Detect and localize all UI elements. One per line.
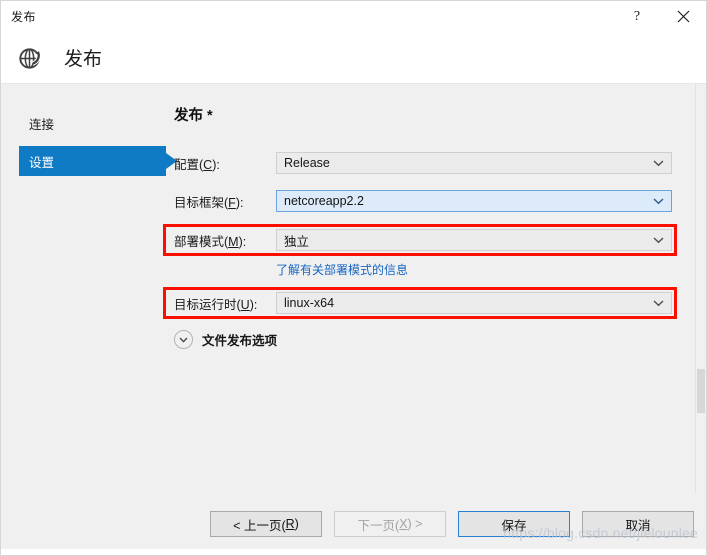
- page-title: 发布: [64, 49, 103, 70]
- window-controls: ?: [614, 1, 706, 32]
- field-row-deployment-mode: 部署模式(M): 独立: [163, 224, 677, 256]
- target-framework-label: 目标框架(F):: [174, 195, 244, 210]
- scrollbar-thumb[interactable]: [697, 369, 705, 413]
- deployment-mode-help-link[interactable]: 了解有关部署模式的信息: [276, 261, 408, 278]
- title-bar: 发布 ?: [1, 1, 706, 32]
- field-row-target-runtime: 目标运行时(U): linux-x64: [163, 287, 677, 319]
- help-button[interactable]: ?: [614, 1, 660, 32]
- target-runtime-value: linux-x64: [284, 296, 335, 310]
- field-row-target-framework: 目标框架(F): netcoreapp2.2: [166, 189, 706, 213]
- target-framework-value: netcoreapp2.2: [284, 194, 364, 208]
- sidebar-item-settings[interactable]: 设置: [19, 146, 166, 176]
- configuration-value: Release: [284, 156, 330, 170]
- settings-panel: 发布 * 配置(C): Release 目标框架(F): netcoreapp2…: [163, 84, 706, 493]
- dialog-body: 连接 设置 发布 * 配置(C): Release 目标框架(F): netco…: [1, 84, 706, 493]
- dialog-header: 发布: [1, 32, 706, 84]
- section-title: 发布 *: [174, 108, 213, 124]
- deployment-mode-label: 部署模式(M):: [174, 234, 247, 249]
- deployment-mode-value: 独立: [284, 234, 310, 249]
- publish-dialog: 发布 ? 发布 连接 设置 发布 * 配置(C): Release 目标框架(F…: [0, 0, 707, 556]
- configuration-label: 配置(C):: [174, 157, 220, 172]
- close-icon: [677, 10, 690, 23]
- question-mark-icon: ?: [633, 8, 641, 24]
- configuration-combobox[interactable]: Release: [276, 152, 672, 174]
- sidebar: 连接 设置: [1, 84, 166, 493]
- dialog-footer: < 上一页(R) 下一页(X) > 保存 取消 https://blog.csd…: [1, 493, 706, 555]
- sidebar-item-label: 设置: [29, 155, 55, 170]
- field-row-configuration: 配置(C): Release: [166, 151, 706, 175]
- file-publish-options-label: 文件发布选项: [202, 334, 278, 348]
- previous-button[interactable]: < 上一页(R): [210, 511, 322, 537]
- chevron-down-icon: [653, 300, 664, 307]
- save-button[interactable]: 保存: [458, 511, 570, 537]
- file-publish-options-expander[interactable]: 文件发布选项: [174, 330, 277, 349]
- sidebar-item-label: 连接: [29, 117, 55, 132]
- target-runtime-label: 目标运行时(U):: [174, 297, 258, 312]
- window-title: 发布: [11, 10, 37, 24]
- vertical-scrollbar[interactable]: [695, 84, 706, 493]
- next-button: 下一页(X) >: [334, 511, 446, 537]
- close-button[interactable]: [660, 1, 706, 32]
- chevron-down-icon: [653, 198, 664, 205]
- target-runtime-combobox[interactable]: linux-x64: [276, 292, 672, 314]
- globe-publish-icon: [14, 41, 48, 75]
- target-framework-combobox[interactable]: netcoreapp2.2: [276, 190, 672, 212]
- footer-edge: [1, 549, 706, 555]
- cancel-button[interactable]: 取消: [582, 511, 694, 537]
- chevron-down-icon: [174, 330, 193, 349]
- sidebar-item-connection[interactable]: 连接: [1, 112, 166, 134]
- deployment-mode-combobox[interactable]: 独立: [276, 229, 672, 251]
- chevron-down-icon: [653, 160, 664, 167]
- chevron-down-icon: [653, 237, 664, 244]
